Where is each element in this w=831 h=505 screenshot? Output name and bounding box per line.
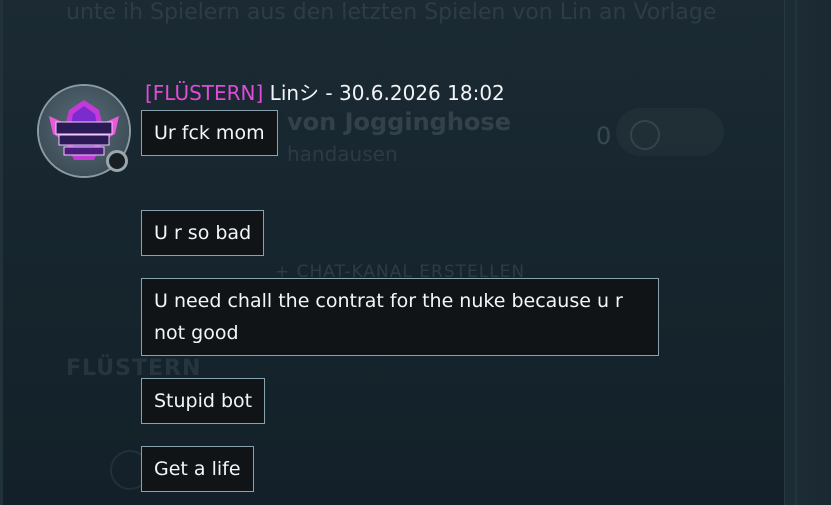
message-bubble: Ur fck mom <box>141 110 278 156</box>
message-bubble: Stupid bot <box>141 378 266 424</box>
background-count: 0 <box>596 122 612 150</box>
background-header-text: unte ih Spielern aus den letzten Spielen… <box>66 0 717 25</box>
message-bubble: U need chall the contrat for the nuke be… <box>141 278 659 356</box>
whisper-header: [FLÜSTERN] Linシ - 30.6.2026 18:02 <box>145 77 505 106</box>
background-action-icon <box>630 120 660 150</box>
sender-name[interactable]: Linシ <box>270 81 319 105</box>
message-bubble: Get a life <box>141 446 254 492</box>
background-title: von Jogginghose <box>287 108 511 136</box>
whisper-tag: [FLÜSTERN] <box>145 81 264 105</box>
background-subtitle: handausen <box>287 142 398 166</box>
header-separator: - <box>319 81 339 105</box>
message-bubble: U r so bad <box>141 210 265 256</box>
status-indicator <box>106 150 128 172</box>
right-scroll-strip[interactable] <box>784 0 831 505</box>
left-edge <box>0 0 3 505</box>
message-timestamp: 30.6.2026 18:02 <box>338 81 505 105</box>
